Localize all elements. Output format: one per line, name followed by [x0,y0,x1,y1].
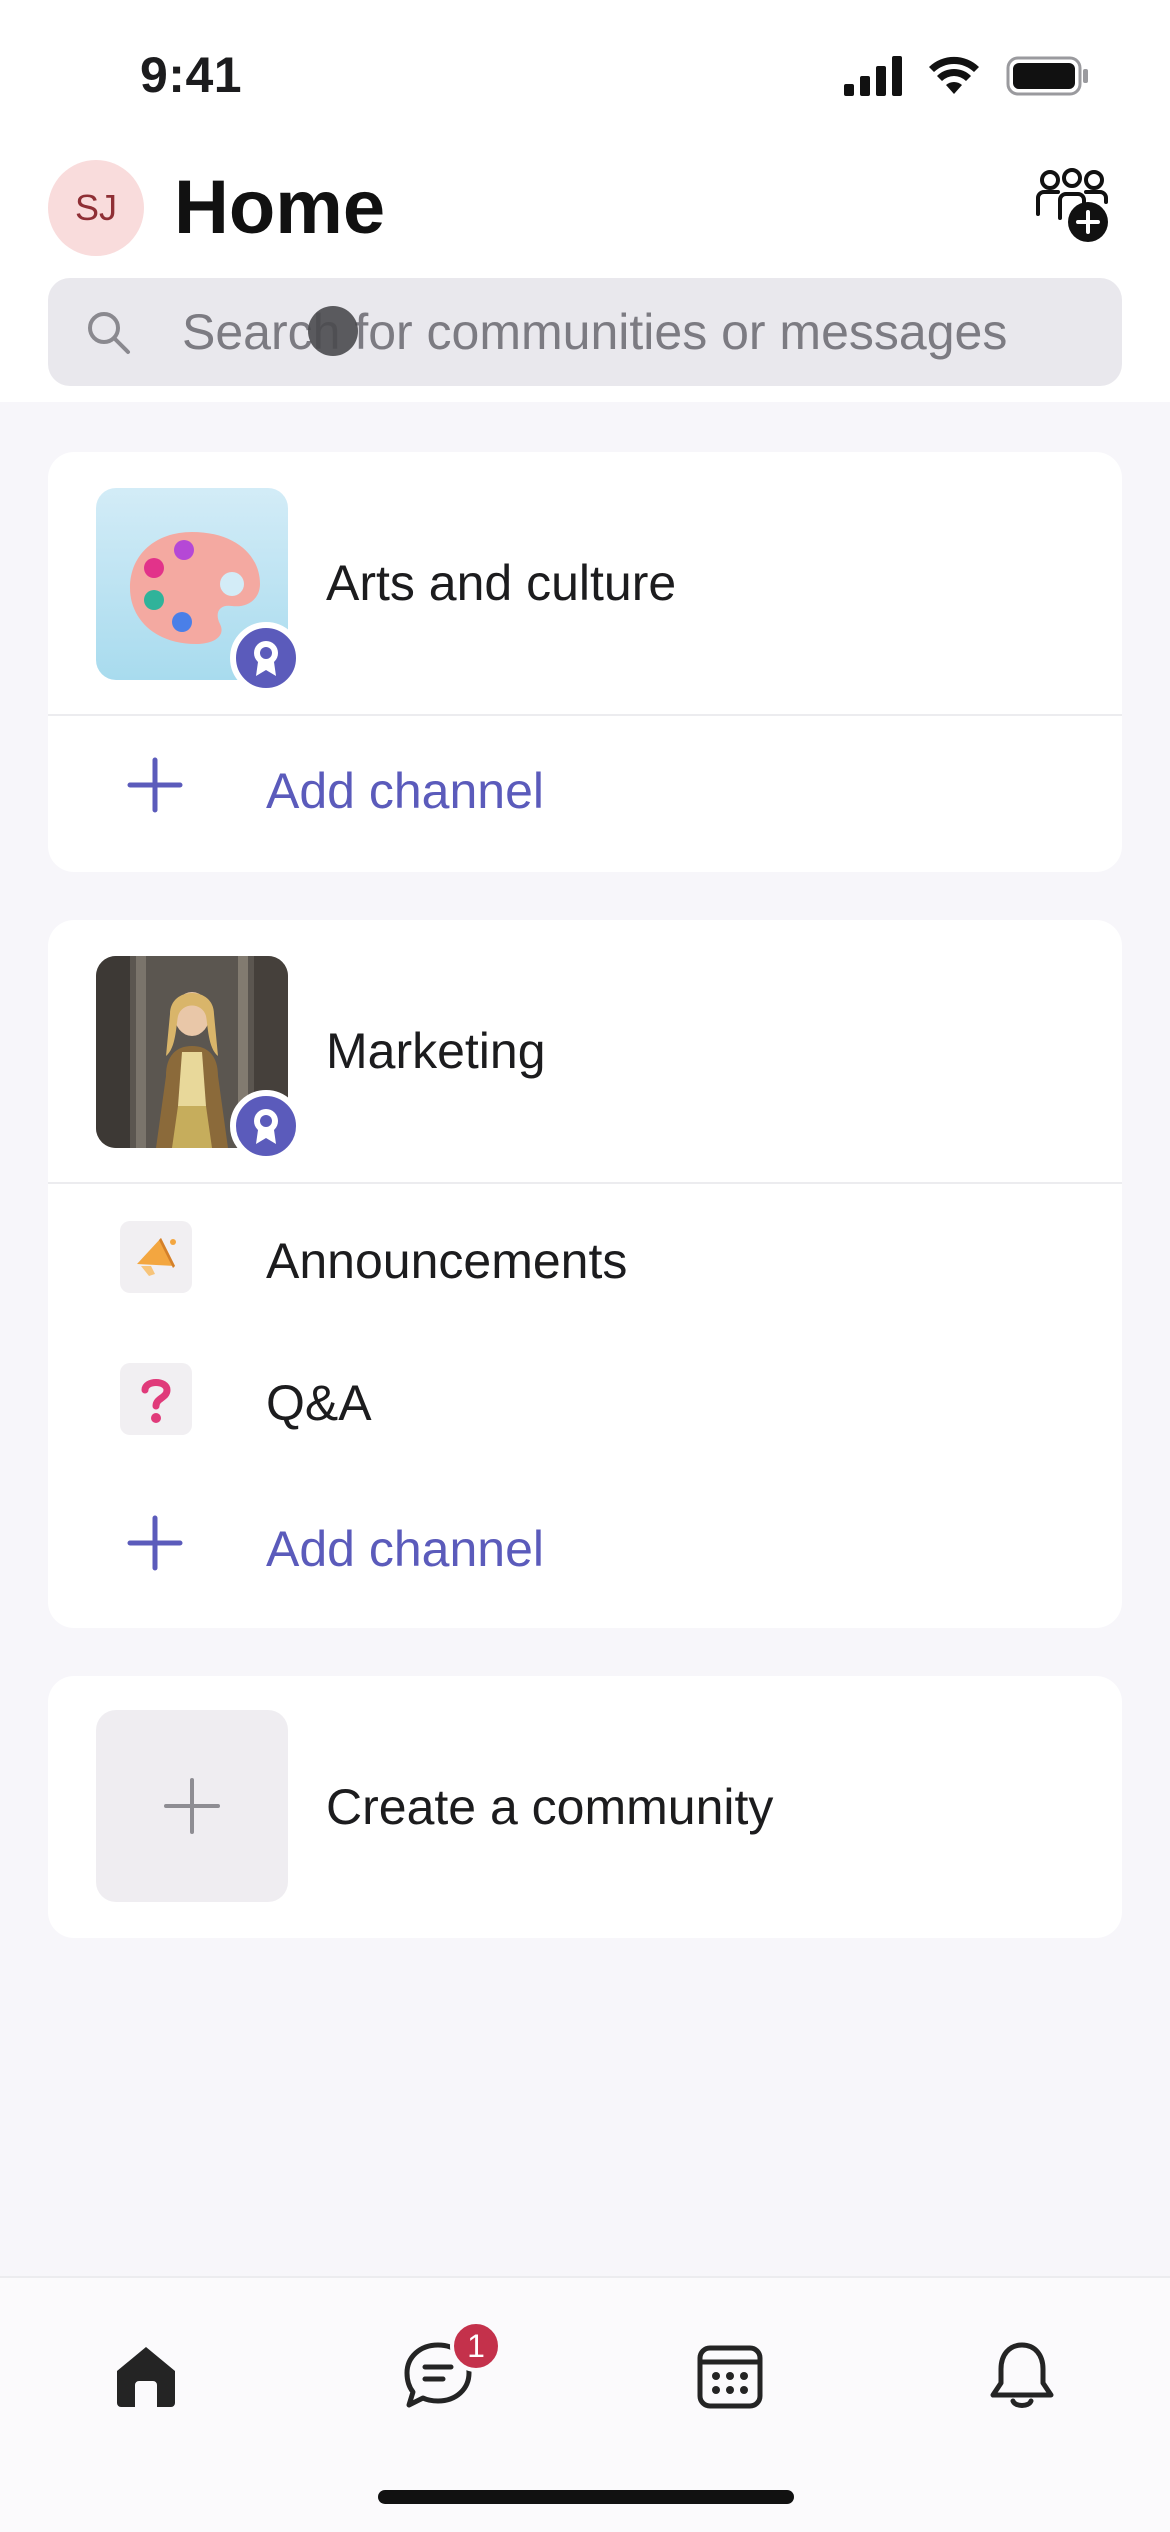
battery-icon [1006,56,1088,96]
cellular-signal-icon [844,56,902,96]
channel-label: Announcements [266,1233,628,1289]
channel-qa[interactable]: Q&A [48,1334,1122,1464]
add-channel-button[interactable]: Add channel [48,722,1122,852]
home-screen: 9:41 SJ Home Search for communities or m… [0,0,1170,2532]
community-card-marketing: Marketing Announcements Q&A Add channel [48,920,1122,1628]
plus-icon [164,1778,220,1834]
create-community-card[interactable]: Create a community [48,1676,1122,1938]
calendar-icon [697,2345,763,2409]
tab-calendar[interactable] [670,2316,790,2436]
tab-chat[interactable]: 1 [378,2316,502,2436]
bell-icon [990,2342,1054,2408]
megaphone-icon [120,1221,192,1293]
status-time: 9:41 [140,47,243,103]
community-row-arts[interactable]: Arts and culture [48,452,1122,716]
create-community-icon[interactable] [1034,168,1110,244]
search-icon [88,312,130,354]
avatar[interactable]: SJ [48,160,144,256]
create-community-label: Create a community [326,1779,774,1835]
community-row-marketing[interactable]: Marketing [48,920,1122,1184]
home-indicator[interactable] [378,2490,794,2504]
add-channel-button[interactable]: Add channel [48,1480,1122,1610]
question-mark-icon [120,1363,192,1435]
community-name: Arts and culture [326,555,677,611]
community-name: Marketing [326,1023,546,1079]
tab-activity[interactable] [962,2316,1082,2436]
home-icon [117,2347,175,2407]
page-title: Home [174,165,386,250]
add-channel-label: Add channel [266,1521,545,1577]
header: SJ Home [0,150,1170,270]
channel-announcements[interactable]: Announcements [48,1192,1122,1322]
search-bar[interactable] [48,278,1122,386]
status-bar: 9:41 [0,0,1170,150]
touch-indicator [308,306,358,356]
create-community-thumbnail [96,1710,288,1902]
add-channel-label: Add channel [266,763,545,819]
tab-home[interactable] [86,2316,206,2436]
wifi-icon [929,56,979,94]
channel-label: Q&A [266,1375,372,1431]
unread-badge: 1 [450,2320,502,2372]
owner-badge-icon [230,622,302,694]
plus-icon [127,757,183,813]
owner-badge-icon [230,1090,302,1162]
top-area: 9:41 SJ Home Search for communities or m… [0,0,1170,402]
status-icons [844,56,1090,96]
community-card-arts: Arts and culture Add channel [48,452,1122,872]
plus-icon [127,1515,183,1571]
